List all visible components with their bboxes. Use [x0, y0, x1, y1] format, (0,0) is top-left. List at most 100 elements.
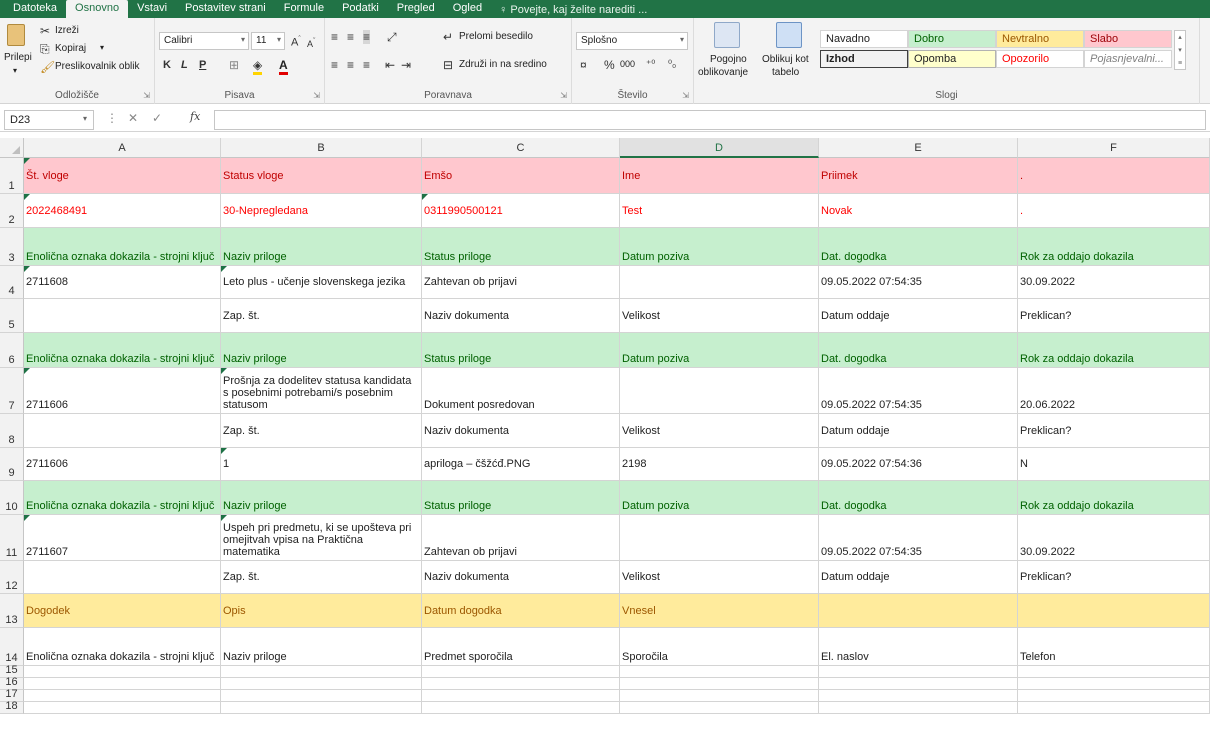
cell-e2[interactable]: Novak [819, 194, 1018, 228]
cell-a3[interactable]: Enolična oznaka dokazila - strojni ključ [24, 228, 221, 266]
menu-tab-insert[interactable]: Vstavi [128, 0, 176, 18]
currency-icon[interactable]: ¤ [580, 58, 587, 72]
row-header[interactable]: 9 [0, 448, 24, 481]
row-header[interactable]: 2 [0, 194, 24, 228]
cell-c10[interactable]: Status priloge [422, 481, 620, 515]
font-launcher-icon[interactable]: ⇲ [313, 91, 320, 100]
borders-icon[interactable]: ⊞ [229, 58, 239, 72]
cell-e9[interactable]: 09.05.2022 07:54:36 [819, 448, 1018, 481]
cell-e13[interactable] [819, 594, 1018, 628]
align-middle-icon[interactable]: ≡ [347, 30, 354, 44]
cell-b17[interactable] [221, 690, 422, 702]
cell-a18[interactable] [24, 702, 221, 714]
cell-b6[interactable]: Naziv priloge [221, 333, 422, 368]
cell-f12[interactable]: Preklican? [1018, 561, 1210, 594]
cell-a8[interactable] [24, 414, 221, 448]
cell-f17[interactable] [1018, 690, 1210, 702]
font-color-icon[interactable]: A [279, 58, 288, 75]
style-normal[interactable]: Navadno [820, 30, 908, 48]
menu-tab-view[interactable]: Ogled [444, 0, 491, 18]
cell-f15[interactable] [1018, 666, 1210, 678]
cell-b15[interactable] [221, 666, 422, 678]
column-header-c[interactable]: C [422, 138, 620, 158]
style-bad[interactable]: Slabo [1084, 30, 1172, 48]
cell-d9[interactable]: 2198 [620, 448, 819, 481]
cell-a7[interactable]: 2711606 [24, 368, 221, 414]
cell-c14[interactable]: Predmet sporočila [422, 628, 620, 666]
cell-b5[interactable]: Zap. št. [221, 299, 422, 333]
column-header-a[interactable]: A [24, 138, 221, 158]
cancel-icon[interactable]: ✕ [128, 111, 138, 125]
percent-icon[interactable]: % [604, 58, 615, 72]
cell-a9[interactable]: 2711606 [24, 448, 221, 481]
cell-d10[interactable]: Datum poziva [620, 481, 819, 515]
decrease-indent-icon[interactable]: ⇤ [385, 58, 395, 72]
cell-d7[interactable] [620, 368, 819, 414]
cell-a5[interactable] [24, 299, 221, 333]
cell-a13[interactable]: Dogodek [24, 594, 221, 628]
clipboard-launcher-icon[interactable]: ⇲ [143, 91, 150, 100]
cell-f3[interactable]: Rok za oddajo dokazila [1018, 228, 1210, 266]
cell-c8[interactable]: Naziv dokumenta [422, 414, 620, 448]
cell-d18[interactable] [620, 702, 819, 714]
paste-button[interactable]: Prilepi ▾ [4, 22, 32, 78]
cell-a16[interactable] [24, 678, 221, 690]
cell-d4[interactable] [620, 266, 819, 299]
decrease-decimal-icon[interactable]: ⁰₀ [668, 58, 676, 72]
styles-scroll[interactable]: ▴ ▾ ≡ [1174, 30, 1186, 70]
format-as-table-button[interactable]: Oblikuj kot tabelo [762, 22, 812, 84]
cell-f13[interactable] [1018, 594, 1210, 628]
cell-b8[interactable]: Zap. št. [221, 414, 422, 448]
cell-a1[interactable]: Št. vloge [24, 158, 221, 194]
cell-e18[interactable] [819, 702, 1018, 714]
column-header-b[interactable]: B [221, 138, 422, 158]
row-header[interactable]: 3 [0, 228, 24, 266]
cell-c15[interactable] [422, 666, 620, 678]
cell-c13[interactable]: Datum dogodka [422, 594, 620, 628]
row-header[interactable]: 10 [0, 481, 24, 515]
formula-input[interactable] [214, 110, 1206, 130]
name-box[interactable]: D23 ▾ [4, 110, 94, 130]
cell-c3[interactable]: Status priloge [422, 228, 620, 266]
cell-d5[interactable]: Velikost [620, 299, 819, 333]
orientation-icon[interactable]: ⤢ [387, 30, 397, 44]
menu-tab-review[interactable]: Pregled [388, 0, 444, 18]
cell-b14[interactable]: Naziv priloge [221, 628, 422, 666]
font-name-select[interactable]: Calibri ▾ [159, 32, 249, 50]
cell-e5[interactable]: Datum oddaje [819, 299, 1018, 333]
menu-tab-data[interactable]: Podatki [333, 0, 388, 18]
row-header[interactable]: 18 [0, 700, 24, 714]
cell-d13[interactable]: Vnesel [620, 594, 819, 628]
row-header[interactable]: 12 [0, 561, 24, 594]
row-header[interactable]: 11 [0, 515, 24, 561]
cell-f18[interactable] [1018, 702, 1210, 714]
cell-d2[interactable]: Test [620, 194, 819, 228]
style-output[interactable]: Izhod [820, 50, 908, 68]
bold-button[interactable]: K [163, 58, 171, 72]
style-note[interactable]: Opomba [908, 50, 996, 68]
cell-d11[interactable] [620, 515, 819, 561]
cell-f16[interactable] [1018, 678, 1210, 690]
cell-f9[interactable]: N [1018, 448, 1210, 481]
cell-b18[interactable] [221, 702, 422, 714]
number-launcher-icon[interactable]: ⇲ [682, 91, 689, 100]
number-format-select[interactable]: Splošno ▾ [576, 32, 688, 50]
cell-c4[interactable]: Zahtevan ob prijavi [422, 266, 620, 299]
align-center-icon[interactable]: ≡ [347, 58, 354, 72]
cell-b12[interactable]: Zap. št. [221, 561, 422, 594]
tell-me-box[interactable]: ♀ Povejte, kaj želite narediti ... [491, 2, 647, 18]
cell-b11[interactable]: Uspeh pri predmetu, ki se upošteva pri o… [221, 515, 422, 561]
menu-tab-page-layout[interactable]: Postavitev strani [176, 0, 275, 18]
cell-f11[interactable]: 30.09.2022 [1018, 515, 1210, 561]
align-right-icon[interactable]: ≡ [363, 58, 370, 72]
row-header[interactable]: 1 [0, 158, 24, 194]
cell-d16[interactable] [620, 678, 819, 690]
thousands-separator-button[interactable]: 000 [620, 59, 635, 69]
cell-d12[interactable]: Velikost [620, 561, 819, 594]
cell-f2[interactable]: . [1018, 194, 1210, 228]
cell-e11[interactable]: 09.05.2022 07:54:35 [819, 515, 1018, 561]
column-header-f[interactable]: F [1018, 138, 1210, 158]
cell-f10[interactable]: Rok za oddajo dokazila [1018, 481, 1210, 515]
row-header[interactable]: 14 [0, 628, 24, 666]
cell-d17[interactable] [620, 690, 819, 702]
